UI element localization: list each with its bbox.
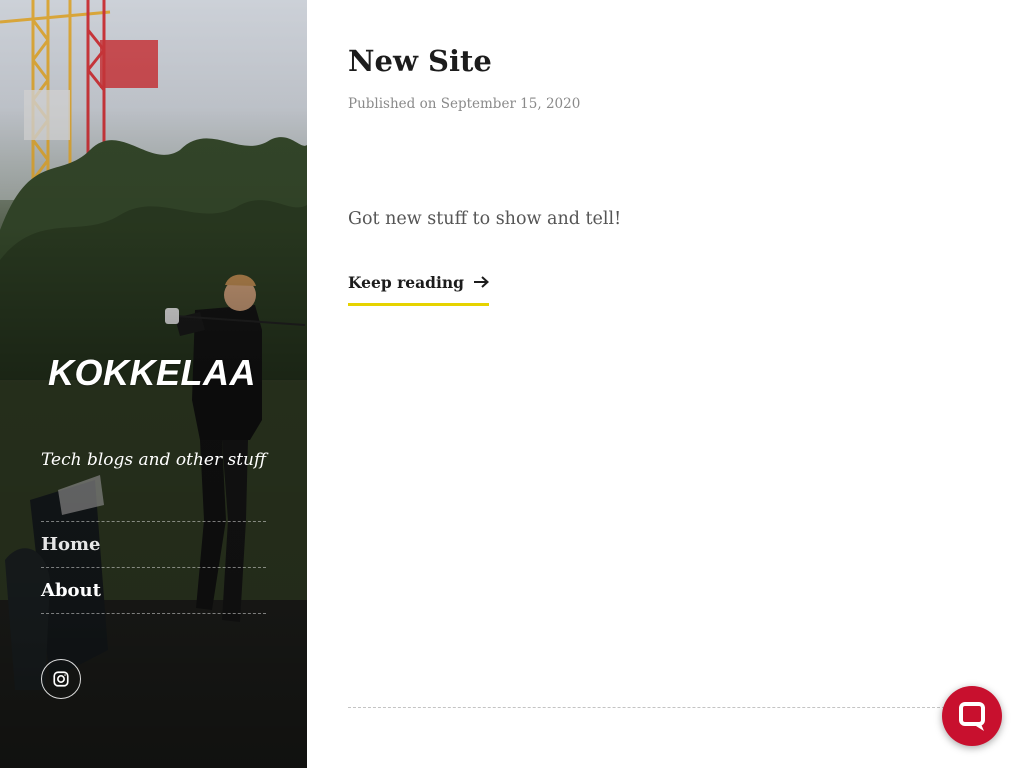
- nav-item-about[interactable]: About: [41, 567, 266, 614]
- keep-reading-label: Keep reading: [348, 273, 464, 292]
- site-tagline: Tech blogs and other stuff: [41, 450, 267, 470]
- chat-bubble-icon: [959, 702, 985, 731]
- chat-launcher-button[interactable]: [942, 686, 1002, 746]
- site-title[interactable]: KOKKELAA: [48, 352, 256, 394]
- post-published-date: Published on September 15, 2020: [348, 96, 581, 112]
- instagram-link[interactable]: [41, 659, 81, 699]
- main-nav: Home About: [41, 521, 266, 614]
- footer-divider: [348, 707, 960, 708]
- instagram-icon: [53, 671, 69, 687]
- arrow-right-icon: [474, 276, 489, 288]
- nav-item-home[interactable]: Home: [41, 521, 266, 567]
- sidebar: KOKKELAA Tech blogs and other stuff Home…: [0, 0, 307, 768]
- keep-reading-link[interactable]: Keep reading: [348, 273, 489, 306]
- post-excerpt: Got new stuff to show and tell!: [348, 209, 622, 229]
- post-title[interactable]: New Site: [348, 44, 492, 78]
